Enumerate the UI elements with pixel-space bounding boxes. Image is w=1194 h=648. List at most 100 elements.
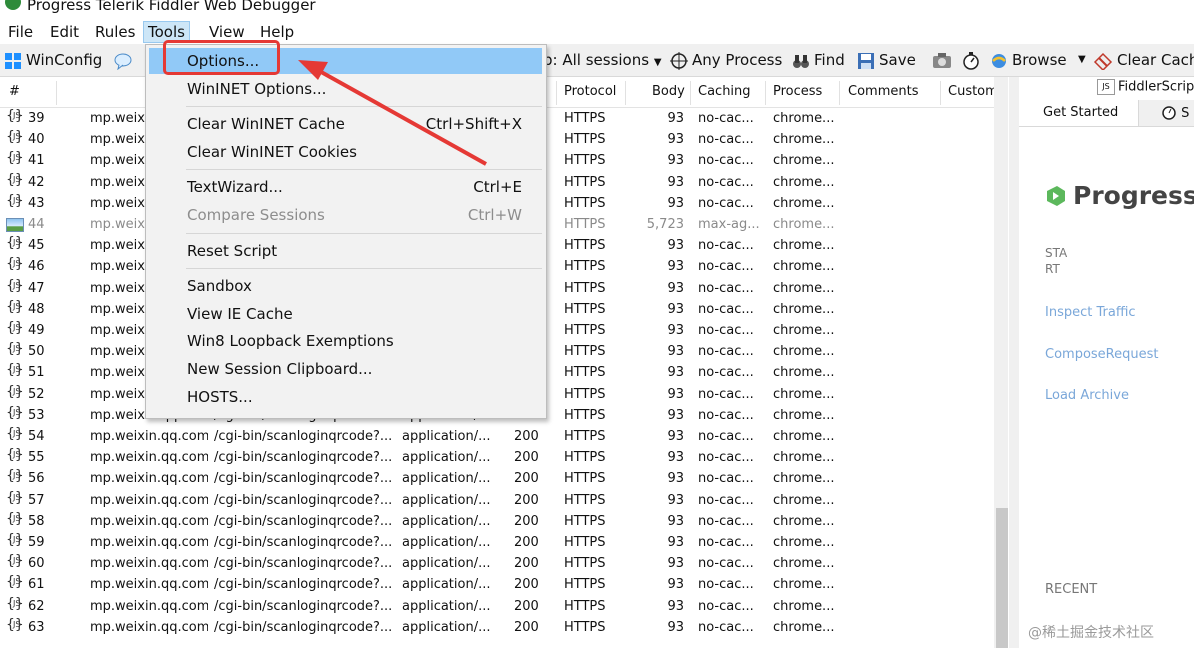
cell-body: 93 bbox=[667, 111, 684, 126]
cell-process: chrome... bbox=[773, 535, 835, 550]
clear-cache-button[interactable]: Clear Cach bbox=[1093, 50, 1194, 70]
table-row[interactable]: {} JS 60 mp.weixin.qq.com/cgi-bin/scanlogin… bbox=[0, 554, 1008, 575]
cell-id: 41 bbox=[28, 153, 45, 169]
cell-protocol: HTTPS bbox=[564, 280, 606, 296]
cell-id: 47 bbox=[28, 280, 45, 296]
cell-body: 93 bbox=[667, 280, 684, 296]
cell-id: 59 bbox=[28, 535, 45, 550]
compose-request-link[interactable]: ComposeRequest bbox=[1045, 347, 1158, 362]
cell-host: mp.weixin.qq.com bbox=[90, 577, 208, 593]
cell-content-type: application/... bbox=[402, 492, 491, 508]
cell-id: 62 bbox=[28, 598, 45, 614]
cell-content-type: application/... bbox=[402, 513, 491, 529]
cell-body: 93 bbox=[667, 429, 684, 444]
watermark: @稀土掘金技术社区 bbox=[1028, 625, 1154, 641]
menu-item-sandbox[interactable]: Sandbox bbox=[146, 273, 546, 299]
header-comments[interactable]: Comments bbox=[848, 84, 918, 99]
cell-content-type: application/... bbox=[402, 619, 491, 635]
cell-protocol: HTTPS bbox=[564, 132, 606, 148]
table-row[interactable]: {} JS 63 mp.weixin.qq.com/cgi-bin/scanlogin… bbox=[0, 618, 1008, 639]
panel-splitter[interactable] bbox=[1009, 77, 1019, 648]
header-body[interactable]: Body bbox=[652, 84, 685, 99]
table-row[interactable]: {} JS 61 mp.weixin.qq.com/cgi-bin/scanlogin… bbox=[0, 575, 1008, 596]
table-row[interactable]: {} JS 56 mp.weixin.qq.com/cgi-bin/scanlogin… bbox=[0, 469, 1008, 490]
window-title: Progress Telerik Fiddler Web Debugger bbox=[27, 0, 316, 14]
cell-caching: no-cac... bbox=[698, 429, 754, 444]
table-row[interactable]: {} JS 57 mp.weixin.qq.com/cgi-bin/scanlogin… bbox=[0, 491, 1008, 512]
table-row[interactable]: {} JS 62 mp.weixin.qq.com/cgi-bin/scanlogin… bbox=[0, 597, 1008, 618]
cell-id: 50 bbox=[28, 344, 45, 360]
tab-statistics[interactable]: S bbox=[1161, 104, 1189, 121]
cell-protocol: HTTPS bbox=[564, 471, 606, 487]
sessions-filter-dropdown[interactable]: p: All sessions ▼ bbox=[543, 50, 662, 73]
header-number[interactable]: # bbox=[9, 84, 20, 99]
cell-process: chrome... bbox=[773, 174, 835, 190]
save-button[interactable]: Save bbox=[857, 50, 916, 70]
tab-get-started[interactable]: Get Started bbox=[1019, 100, 1139, 126]
cell-protocol: HTTPS bbox=[564, 619, 606, 635]
scrollbar-thumb[interactable] bbox=[996, 508, 1008, 648]
menu-item-textwizard[interactable]: TextWizard... Ctrl+E bbox=[146, 174, 546, 200]
cell-body: 93 bbox=[667, 344, 684, 360]
header-caching[interactable]: Caching bbox=[698, 84, 751, 99]
json-file-icon: {} JS bbox=[6, 320, 24, 336]
menu-rules[interactable]: Rules bbox=[91, 22, 139, 42]
cell-id: 46 bbox=[28, 259, 45, 275]
inspect-traffic-link[interactable]: Inspect Traffic bbox=[1045, 305, 1136, 320]
header-protocol[interactable]: Protocol bbox=[564, 84, 616, 99]
cell-caching: no-cac... bbox=[698, 450, 754, 466]
progress-logo-icon bbox=[1047, 186, 1065, 206]
cell-caching: no-cac... bbox=[698, 492, 754, 508]
screenshot-button[interactable] bbox=[932, 50, 956, 70]
cell-content-type: application/... bbox=[402, 577, 491, 593]
menu-item-compare-sessions[interactable]: Compare Sessions Ctrl+W bbox=[146, 202, 546, 228]
cell-protocol: HTTPS bbox=[564, 535, 606, 550]
table-row[interactable]: {} JS 54 mp.weixin.qq.com/cgi-bin/scanlogin… bbox=[0, 427, 1008, 448]
find-button[interactable]: Find bbox=[792, 50, 845, 70]
cell-id: 60 bbox=[28, 556, 45, 572]
cell-protocol: HTTPS bbox=[564, 513, 606, 529]
menu-view[interactable]: View bbox=[205, 22, 249, 42]
table-row[interactable]: {} JS 55 mp.weixin.qq.com/cgi-bin/scanlogin… bbox=[0, 448, 1008, 469]
cell-caching: no-cac... bbox=[698, 619, 754, 635]
cell-body: 93 bbox=[667, 323, 684, 338]
cell-body: 93 bbox=[667, 598, 684, 614]
cell-protocol: HTTPS bbox=[564, 259, 606, 275]
cell-protocol: HTTPS bbox=[564, 577, 606, 593]
browse-button[interactable]: Browse bbox=[990, 50, 1067, 70]
menu-item-hosts[interactable]: HOSTS... bbox=[146, 384, 546, 410]
cell-result: 200 bbox=[514, 513, 539, 529]
save-icon bbox=[858, 52, 874, 69]
menu-edit[interactable]: Edit bbox=[46, 22, 83, 42]
browse-dropdown-arrow-icon[interactable]: ▼ bbox=[1078, 50, 1086, 70]
cell-host: mp.weixin.qq.com bbox=[90, 450, 208, 466]
load-archive-link[interactable]: Load Archive bbox=[1045, 388, 1129, 403]
menu-file[interactable]: File bbox=[4, 22, 37, 42]
header-custom[interactable]: Custom bbox=[948, 84, 998, 99]
table-row[interactable]: {} JS 59 mp.weixin.qq.com/cgi-bin/scanlogin… bbox=[0, 533, 1008, 554]
speech-bubble-icon bbox=[114, 53, 132, 70]
cell-protocol: HTTPS bbox=[564, 598, 606, 614]
tab-fiddlerscript[interactable]: JS FiddlerScript bbox=[1097, 79, 1194, 95]
menu-item-new-session-clipboard[interactable]: New Session Clipboard... bbox=[146, 356, 546, 382]
menu-help[interactable]: Help bbox=[256, 22, 298, 42]
cell-caching: no-cac... bbox=[698, 556, 754, 572]
timer-button[interactable] bbox=[962, 50, 984, 70]
menu-item-label: HOSTS... bbox=[187, 387, 253, 406]
cell-url: /cgi-bin/scanloginqrcode?... bbox=[214, 577, 393, 593]
image-file-icon bbox=[6, 218, 24, 232]
cell-body: 93 bbox=[667, 577, 684, 593]
winconfig-button[interactable]: WinConfig bbox=[4, 50, 102, 70]
table-row[interactable]: {} JS 58 mp.weixin.qq.com/cgi-bin/scanlogin… bbox=[0, 512, 1008, 533]
menu-item-win8-loopback-exemptions[interactable]: Win8 Loopback Exemptions bbox=[146, 328, 546, 354]
comment-button[interactable] bbox=[114, 50, 136, 70]
menu-item-reset-script[interactable]: Reset Script bbox=[146, 238, 546, 264]
menu-item-view-ie-cache[interactable]: View IE Cache bbox=[146, 301, 546, 327]
cell-url: /cgi-bin/scanloginqrcode?... bbox=[214, 492, 393, 508]
json-file-icon: {} JS bbox=[6, 256, 24, 273]
any-process-button[interactable]: Any Process bbox=[670, 50, 782, 70]
header-process[interactable]: Process bbox=[773, 84, 822, 99]
cell-caching: no-cac... bbox=[698, 259, 754, 275]
cell-id: 48 bbox=[28, 301, 45, 317]
cell-content-type: application/... bbox=[402, 535, 491, 550]
